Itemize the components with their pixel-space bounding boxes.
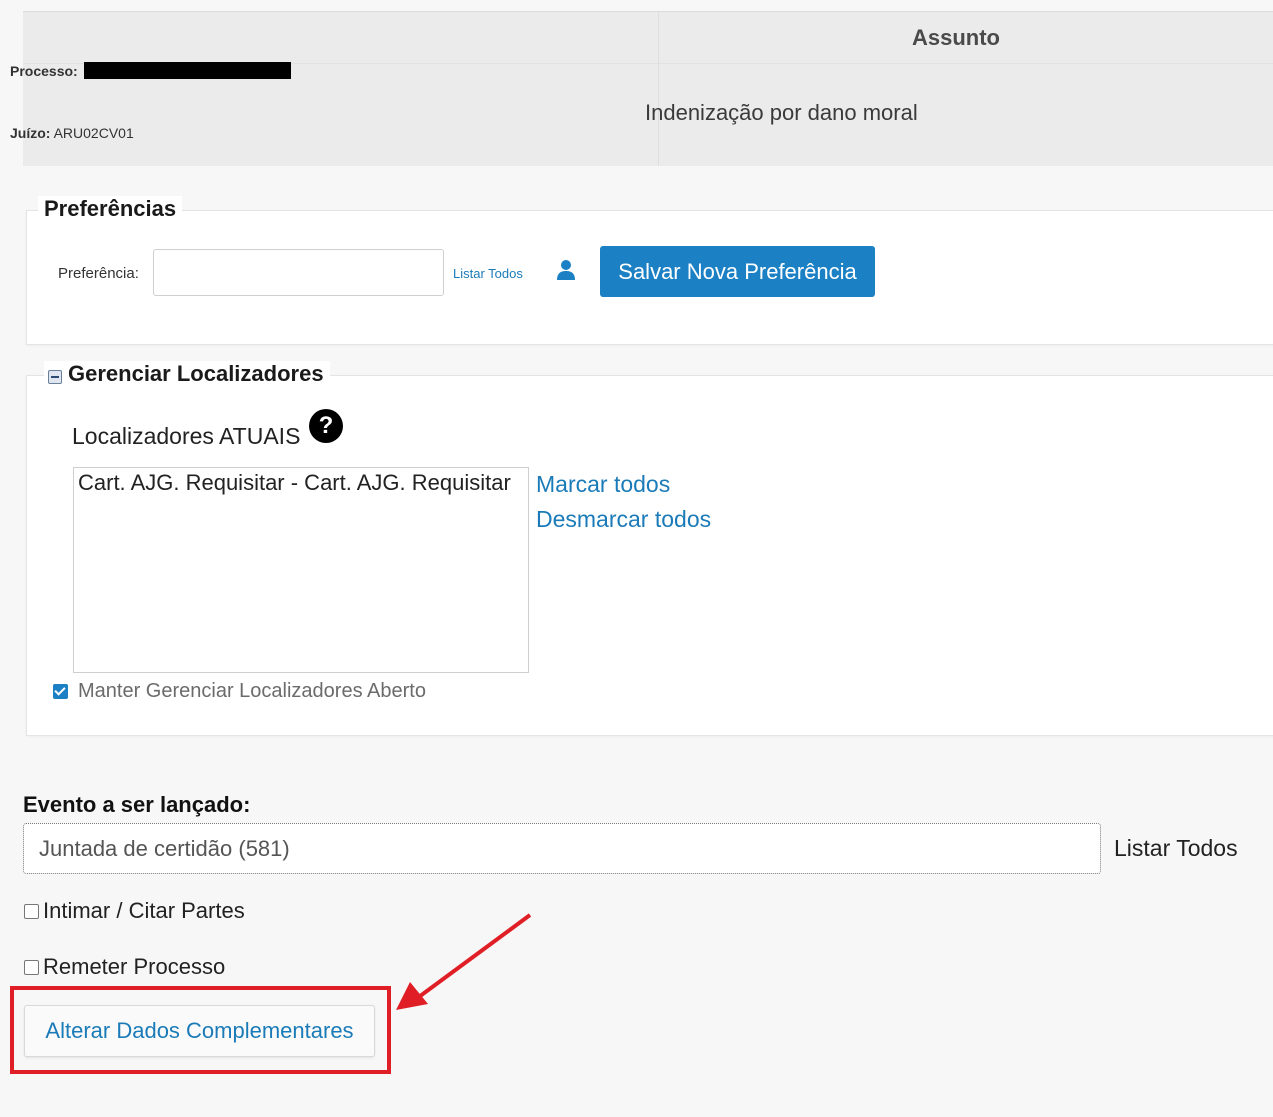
localizadores-listbox[interactable]: Cart. AJG. Requisitar - Cart. AJG. Requi…: [73, 467, 529, 673]
evento-label: Evento a ser lançado:: [23, 792, 251, 817]
manter-aberto-label: Manter Gerenciar Localizadores Aberto: [78, 680, 426, 702]
intimar-label: Intimar / Citar Partes: [43, 898, 245, 923]
marcar-todos-link[interactable]: Marcar todos: [536, 471, 670, 498]
juizo-value: ARU02CV01: [53, 125, 134, 141]
listar-todos-eventos-link[interactable]: Listar Todos: [1114, 835, 1238, 862]
preferencia-input[interactable]: [153, 249, 444, 296]
localizador-option[interactable]: Cart. AJG. Requisitar - Cart. AJG. Requi…: [78, 470, 524, 496]
collapse-icon[interactable]: [48, 370, 62, 384]
highlight-box: [10, 986, 391, 1074]
assunto-header: Assunto: [912, 24, 1000, 50]
desmarcar-todos-link[interactable]: Desmarcar todos: [536, 506, 711, 533]
salvar-preferencia-button[interactable]: Salvar Nova Preferência: [600, 246, 875, 297]
redacted-process-number: [83, 62, 291, 79]
localizadores-legend: Gerenciar Localizadores: [44, 361, 330, 387]
assunto-value: Indenização por dano moral: [645, 100, 918, 125]
help-icon[interactable]: ?: [309, 409, 343, 443]
manter-aberto-checkbox[interactable]: [53, 684, 68, 699]
remeter-checkbox[interactable]: [24, 959, 39, 975]
preferencias-legend: Preferências: [38, 196, 183, 222]
evento-input[interactable]: Juntada de certidão (581): [23, 823, 1101, 874]
processo-line: Processo:: [10, 62, 291, 79]
remeter-row: Remeter Processo: [24, 954, 225, 980]
processo-label: Processo:: [10, 62, 78, 79]
arrow-annotation-icon: [396, 913, 532, 1010]
juizo-line: Juízo: ARU02CV01: [10, 125, 134, 141]
listar-todos-preferencias-link[interactable]: Listar Todos: [453, 266, 523, 281]
process-info-table: Assunto: [23, 11, 1273, 166]
manter-aberto-row: Manter Gerenciar Localizadores Aberto: [53, 680, 426, 703]
remeter-label: Remeter Processo: [43, 954, 226, 979]
juizo-label: Juízo:: [10, 125, 51, 141]
preferencia-label: Preferência:: [58, 265, 139, 282]
intimar-row: Intimar / Citar Partes: [24, 898, 245, 924]
intimar-checkbox[interactable]: [24, 903, 39, 919]
localizadores-atuais-title: Localizadores ATUAIS: [72, 423, 301, 449]
localizadores-legend-label: Gerenciar Localizadores: [68, 361, 324, 386]
user-icon[interactable]: [556, 259, 576, 281]
